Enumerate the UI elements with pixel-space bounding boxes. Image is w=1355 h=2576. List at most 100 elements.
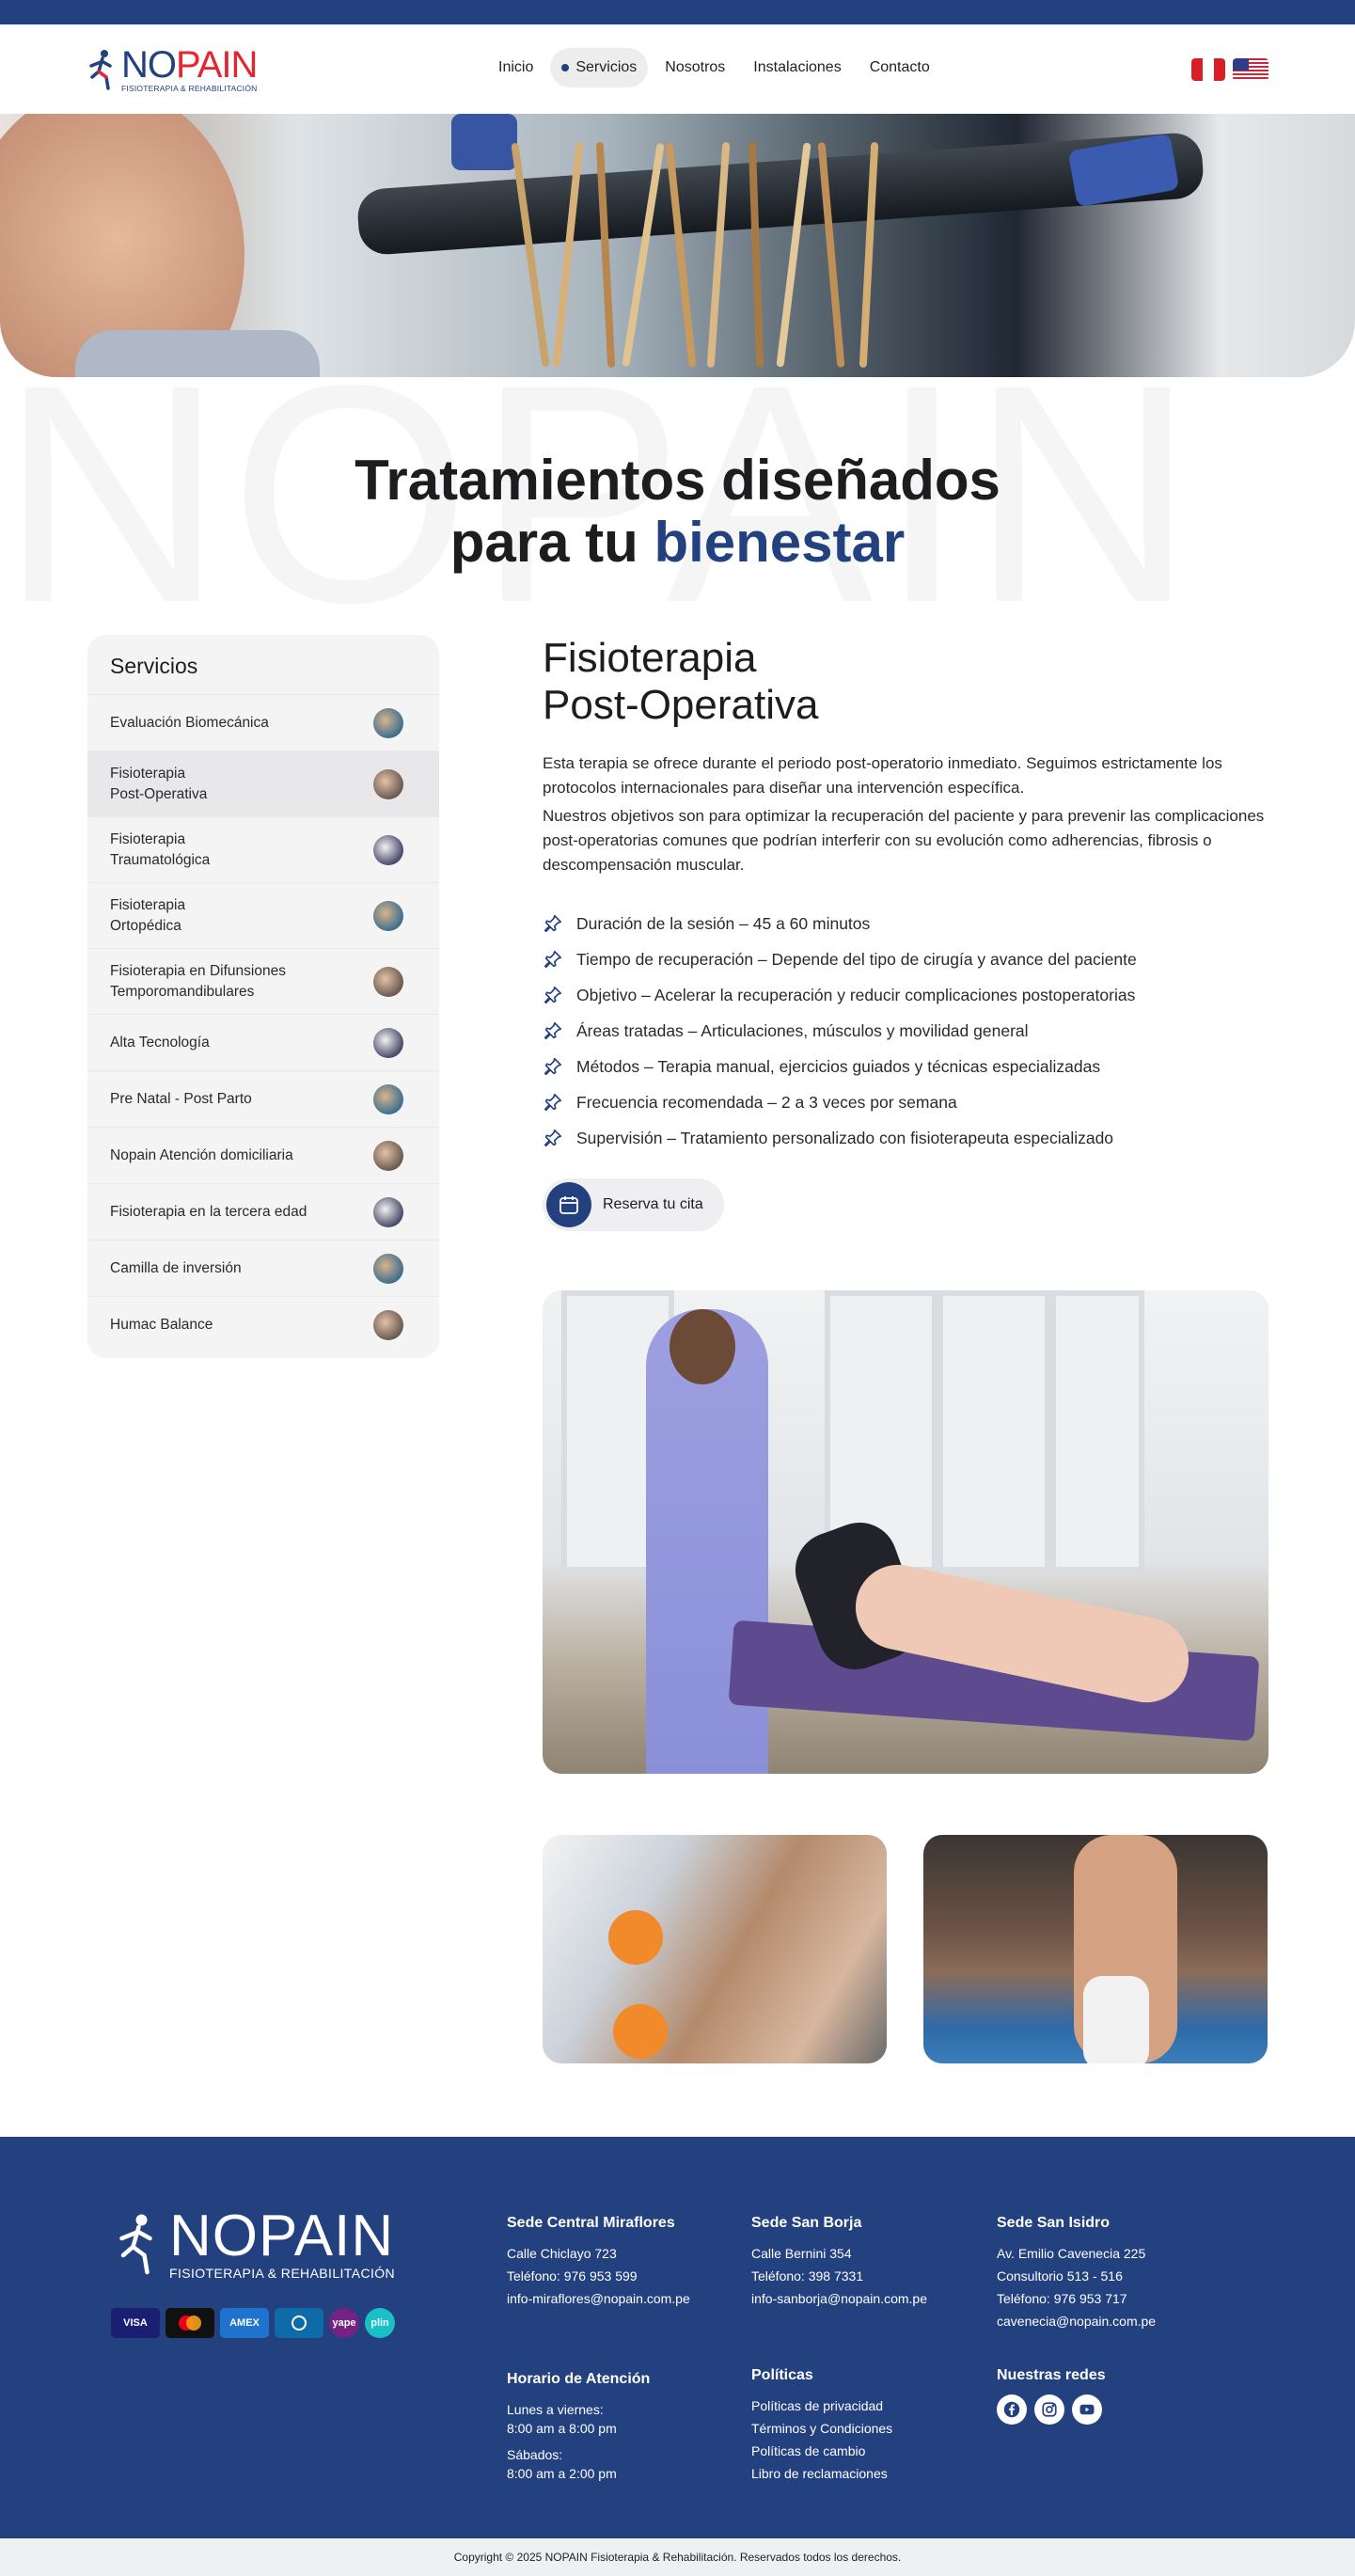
nav-inicio[interactable]: Inicio <box>487 48 544 87</box>
sidebar-item[interactable]: Fisioterapia Traumatológica <box>87 816 439 882</box>
headline-line1: Tratamientos diseñados <box>355 449 1000 512</box>
footer-logo-word: NOPAIN <box>169 2204 395 2268</box>
page-headline: Tratamientos diseñados para tu bienestar <box>0 450 1355 574</box>
sidebar-item[interactable]: Fisioterapia Post-Operativa <box>87 751 439 816</box>
nav-servicios[interactable]: Servicios <box>550 48 649 87</box>
policy-link-privacy[interactable]: Políticas de privacidad <box>751 2394 892 2417</box>
sede-miraflores: Sede Central Miraflores Calle Chiclayo 7… <box>507 2212 690 2310</box>
policy-link-complaints[interactable]: Libro de reclamaciones <box>751 2462 892 2485</box>
facebook-icon[interactable] <box>997 2394 1027 2425</box>
plin-icon: plin <box>365 2308 395 2338</box>
feature-item: Duración de la sesión – 45 a 60 minutos <box>543 906 1268 941</box>
policies-title: Políticas <box>751 2367 813 2383</box>
sede-email[interactable]: info-sanborja@nopain.com.pe <box>751 2287 927 2310</box>
sede-email[interactable]: cavenecia@nopain.com.pe <box>997 2310 1156 2332</box>
feature-item: Frecuencia recomendada – 2 a 3 veces por… <box>543 1084 1268 1120</box>
service-thumbnail <box>373 1083 403 1114</box>
sede-address: Calle Chiclayo 723 <box>507 2246 617 2261</box>
sede-address: Av. Emilio Cavenecia 225 <box>997 2246 1146 2261</box>
sidebar-item-label: Humac Balance <box>110 1316 213 1333</box>
site-footer: NOPAIN FISIOTERAPIA & REHABILITACIÓN VIS… <box>0 2137 1355 2538</box>
social-title: Nuestras redes <box>997 2367 1106 2383</box>
footer-logo[interactable]: NOPAIN FISIOTERAPIA & REHABILITACIÓN <box>111 2207 395 2281</box>
diners-icon <box>275 2308 323 2338</box>
service-title-line2: Post-Operativa <box>543 682 819 728</box>
therapy-session-photo <box>543 1290 1268 1774</box>
nav-label: Instalaciones <box>753 59 842 75</box>
weekday-hours: 8:00 am a 8:00 pm <box>507 2421 617 2436</box>
language-switcher <box>1191 58 1268 81</box>
sidebar-item[interactable]: Pre Natal - Post Parto <box>87 1070 439 1127</box>
logo-word-no: NO <box>121 43 177 86</box>
sidebar-item[interactable]: Nopain Atención domiciliaria <box>87 1127 439 1183</box>
sede-title: Sede Central Miraflores <box>507 2215 675 2231</box>
social-networks: Nuestras redes <box>997 2364 1106 2425</box>
headline-accent: bienestar <box>654 511 906 574</box>
us-flag-icon[interactable] <box>1233 58 1268 81</box>
sidebar-item-label: Evaluación Biomecánica <box>110 714 269 731</box>
nav-label: Inicio <box>498 59 534 75</box>
sidebar-item[interactable]: Fisioterapia en la tercera edad <box>87 1183 439 1240</box>
feature-text: Duración de la sesión – 45 a 60 minutos <box>576 913 871 933</box>
sede-address: Calle Bernini 354 <box>751 2246 852 2261</box>
service-thumbnail <box>373 1253 403 1284</box>
sede-phone: Teléfono: 976 953 599 <box>507 2268 638 2284</box>
yape-icon: yape <box>329 2308 359 2338</box>
sede-title: Sede San Isidro <box>997 2215 1111 2231</box>
feature-text: Tiempo de recuperación – Depende del tip… <box>576 949 1137 969</box>
service-title-line1: Fisioterapia <box>543 635 757 681</box>
sidebar-item[interactable]: Fisioterapia en Difunsiones Temporomandi… <box>87 948 439 1014</box>
sidebar-item-label: Fisioterapia Ortopédica <box>110 896 186 934</box>
sidebar-item-label: Nopain Atención domiciliaria <box>110 1146 293 1163</box>
footer-logo-sub: FISIOTERAPIA & REHABILITACIÓN <box>169 2266 396 2281</box>
youtube-icon[interactable] <box>1072 2394 1102 2425</box>
policy-link-terms[interactable]: Términos y Condiciones <box>751 2417 892 2440</box>
nav-instalaciones[interactable]: Instalaciones <box>742 48 852 87</box>
nav-label: Servicios <box>575 59 638 75</box>
sidebar-item[interactable]: Evaluación Biomecánica <box>87 694 439 751</box>
service-thumbnail <box>373 966 403 997</box>
service-title: Fisioterapia Post-Operativa <box>543 635 1268 729</box>
sede-email[interactable]: info-miraflores@nopain.com.pe <box>507 2287 690 2310</box>
sidebar-item-label: Pre Natal - Post Parto <box>110 1090 252 1107</box>
sidebar-item[interactable]: Alta Tecnología <box>87 1014 439 1070</box>
mastercard-icon <box>165 2308 214 2338</box>
sidebar-list: Evaluación Biomecánica Fisioterapia Post-… <box>87 694 439 1352</box>
site-header: NOPAIN FISIOTERAPIA & REHABILITACIÓN Ini… <box>0 24 1355 114</box>
nav-contacto[interactable]: Contacto <box>859 48 941 87</box>
feature-text: Métodos – Terapia manual, ejercicios gui… <box>576 1056 1101 1076</box>
instagram-icon[interactable] <box>1034 2394 1064 2425</box>
sidebar-item[interactable]: Camilla de inversión <box>87 1240 439 1296</box>
service-thumbnail <box>373 900 403 931</box>
policies: Políticas Políticas de privacidad Términ… <box>751 2364 892 2485</box>
policy-link-exchange[interactable]: Políticas de cambio <box>751 2440 892 2462</box>
payment-methods: VISA AMEX yape plin <box>111 2308 395 2338</box>
logo-word-pain: PAIN <box>176 43 258 86</box>
sede-san-isidro: Sede San Isidro Av. Emilio Cavenecia 225… <box>997 2212 1156 2332</box>
feature-text: Áreas tratadas – Articulaciones, músculo… <box>576 1020 1029 1040</box>
opening-hours: Horario de Atención Lunes a viernes: 8:0… <box>507 2368 650 2485</box>
copyright: Copyright © 2025 NOPAIN Fisioterapia & R… <box>0 2538 1355 2576</box>
visa-icon: VISA <box>111 2308 160 2338</box>
services-sidebar: Servicios Evaluación Biomecánica Fisioter… <box>87 635 439 1358</box>
book-appointment-button[interactable]: Reserva tu cita <box>543 1178 724 1231</box>
sidebar-item-label: Fisioterapia en Difunsiones Temporomandi… <box>110 962 286 1000</box>
nav-nosotros[interactable]: Nosotros <box>654 48 736 87</box>
sidebar-item-label: Camilla de inversión <box>110 1259 242 1276</box>
sidebar-item[interactable]: Fisioterapia Ortopédica <box>87 882 439 948</box>
sidebar-item[interactable]: Humac Balance <box>87 1296 439 1352</box>
site-logo[interactable]: NOPAIN FISIOTERAPIA & REHABILITACIÓN <box>87 46 276 93</box>
peru-flag-icon[interactable] <box>1191 58 1225 81</box>
feature-list: Duración de la sesión – 45 a 60 minutos T… <box>543 906 1268 1156</box>
sede-phone: Teléfono: 398 7331 <box>751 2268 864 2284</box>
pushpin-icon <box>544 1129 562 1147</box>
runner-logo-icon <box>89 49 112 90</box>
service-thumbnail <box>373 834 403 865</box>
sidebar-item-label: Alta Tecnología <box>110 1034 210 1051</box>
sede-office: Consultorio 513 - 516 <box>997 2268 1123 2284</box>
pushpin-icon <box>544 1093 562 1112</box>
pushpin-icon <box>544 1021 562 1040</box>
sidebar-item-label: Fisioterapia Traumatológica <box>110 830 211 868</box>
leg-exercise-photo <box>923 1835 1268 2063</box>
logo-tagline: FISIOTERAPIA & REHABILITACIÓN <box>121 83 258 93</box>
